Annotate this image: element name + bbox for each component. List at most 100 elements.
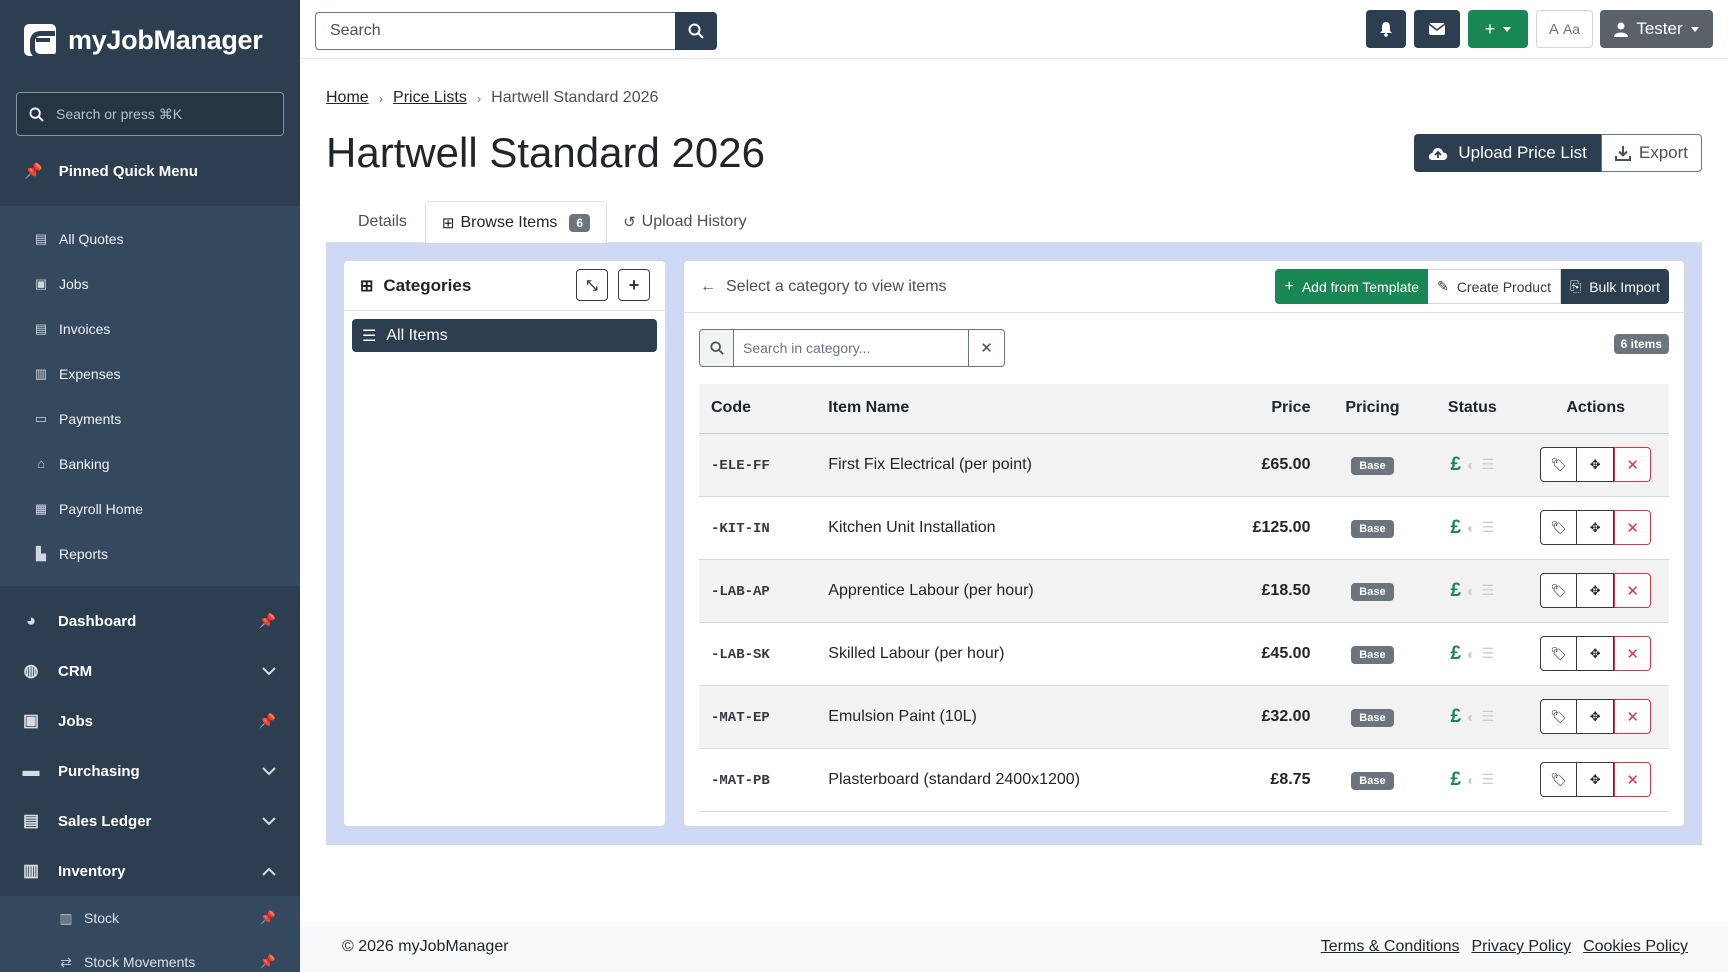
nav-crm[interactable]: ◍ CRM — [0, 646, 300, 696]
sidebar-search-input[interactable]: Search or press ⌘K — [16, 92, 284, 136]
boxes-icon: ▥ — [59, 909, 73, 926]
privacy-link[interactable]: Privacy Policy — [1471, 938, 1571, 956]
tab-count-badge: 6 — [569, 213, 591, 232]
terms-link[interactable]: Terms & Conditions — [1321, 938, 1460, 956]
pricing-badge: Base — [1351, 645, 1394, 664]
pinned-item-label: Banking — [59, 455, 110, 472]
tag-button[interactable]: 🏷 — [1540, 762, 1578, 797]
tag-button[interactable]: 🏷 — [1540, 699, 1578, 734]
move-button[interactable]: ✥ — [1577, 573, 1615, 608]
breadcrumb-home[interactable]: Home — [326, 89, 369, 107]
cell-pricing: Base — [1322, 748, 1423, 812]
priced-status-icon: £ — [1450, 768, 1462, 790]
move-button[interactable]: ✥ — [1577, 636, 1615, 671]
pinned-item-invoices[interactable]: ▤ Invoices — [0, 306, 300, 351]
delete-button[interactable]: ✕ — [1614, 762, 1652, 797]
column-header-item-name[interactable]: Item Name — [816, 384, 1230, 434]
add-category-button[interactable]: + — [618, 269, 650, 301]
nav-stock[interactable]: ▥ Stock 📌 — [0, 896, 300, 940]
create-new-dropdown[interactable]: + — [1468, 10, 1528, 48]
tag-button[interactable]: 🏷 — [1540, 636, 1578, 671]
upload-price-list-button[interactable]: Upload Price List — [1414, 134, 1601, 172]
pinned-item-label: Payroll Home — [59, 500, 144, 517]
caret-down-icon — [1503, 26, 1512, 32]
user-menu[interactable]: Tester — [1600, 10, 1713, 48]
move-button[interactable]: ✥ — [1577, 510, 1615, 545]
user-icon — [1614, 22, 1629, 37]
tabs: Details ⊞ Browse Items 6 ↺ Upload Histor… — [326, 201, 1702, 244]
pin-icon[interactable]: 📌 — [259, 713, 276, 730]
bulk-import-button[interactable]: ⎘ Bulk Import — [1560, 269, 1669, 304]
move-button[interactable]: ✥ — [1577, 762, 1615, 797]
nav-dashboard[interactable]: ◕ Dashboard 📌 — [0, 596, 300, 646]
cell-item-name: Plasterboard (standard 2400x1200) — [816, 748, 1230, 812]
notifications-button[interactable] — [1366, 10, 1406, 48]
delete-button[interactable]: ✕ — [1614, 447, 1652, 482]
pinned-item-expenses[interactable]: ▥ Expenses — [0, 351, 300, 396]
topbar: Search + A Aa Tester — [300, 0, 1728, 59]
nav-inventory[interactable]: ▥ Inventory — [0, 846, 300, 896]
delete-button[interactable]: ✕ — [1614, 636, 1652, 671]
pin-icon[interactable]: 📌 — [260, 954, 276, 970]
column-header-code[interactable]: Code — [699, 384, 817, 434]
download-icon — [1614, 146, 1631, 161]
pinned-item-reports[interactable]: ▙ Reports — [0, 531, 300, 576]
close-icon: ✕ — [1626, 645, 1639, 663]
global-search-button[interactable] — [675, 12, 717, 50]
nav-stock-movements[interactable]: ⇄ Stock Movements 📌 — [0, 940, 300, 972]
tab-label: Browse Items — [460, 213, 558, 231]
tab-upload-history[interactable]: ↺ Upload History — [607, 201, 763, 243]
move-button[interactable]: ✥ — [1577, 699, 1615, 734]
pin-icon[interactable]: 📌 — [259, 613, 276, 630]
sitemap-icon: ⊞ — [360, 277, 374, 295]
pinned-quick-menu-header[interactable]: 📌 Pinned Quick Menu — [0, 136, 300, 206]
tag-button[interactable]: 🏷 — [1540, 447, 1578, 482]
global-search-input[interactable]: Search — [315, 12, 675, 50]
cell-code: -KIT-IN — [699, 496, 817, 560]
chevron-right-icon: › — [378, 90, 384, 106]
delete-button[interactable]: ✕ — [1614, 699, 1652, 734]
pinned-item-payroll-home[interactable]: ▦ Payroll Home — [0, 486, 300, 531]
pin-icon[interactable]: 📌 — [260, 910, 276, 926]
items-header: ← Select a category to view items + Add f… — [684, 261, 1684, 313]
cloud-upload-icon — [1429, 147, 1448, 160]
global-search-placeholder: Search — [330, 22, 381, 39]
cell-actions: 🏷 ✥ ✕ — [1522, 496, 1669, 560]
chart-icon: ▙ — [36, 545, 46, 561]
tag-button[interactable]: 🏷 — [1540, 510, 1578, 545]
column-header-price[interactable]: Price — [1229, 384, 1323, 434]
pinned-item-payments[interactable]: ▭ Payments — [0, 396, 300, 441]
tab-browse-items[interactable]: ⊞ Browse Items 6 — [424, 201, 608, 244]
font-size-button[interactable]: A Aa — [1536, 10, 1593, 48]
messages-button[interactable] — [1414, 10, 1460, 48]
move-button[interactable]: ✥ — [1577, 447, 1615, 482]
export-button[interactable]: Export — [1600, 134, 1702, 172]
list-check-icon: ☰ — [1481, 708, 1495, 724]
breadcrumb-price-lists[interactable]: Price Lists — [393, 89, 467, 107]
app-logo[interactable]: myJobManager — [0, 0, 300, 80]
create-product-button[interactable]: ✎ Create Product — [1428, 269, 1561, 304]
tag-button[interactable]: 🏷 — [1540, 573, 1578, 608]
list-check-icon: ☰ — [1481, 519, 1495, 535]
pinned-item-banking[interactable]: ⌂ Banking — [0, 441, 300, 486]
table-header-row: Code Item Name Price Pricing Status Acti… — [699, 384, 1669, 434]
column-header-status: Status — [1422, 384, 1523, 434]
tag-icon: 🏷 — [1550, 708, 1567, 724]
arrows-move-icon: ✥ — [1589, 519, 1601, 535]
cookies-link[interactable]: Cookies Policy — [1583, 938, 1688, 956]
delete-button[interactable]: ✕ — [1614, 510, 1652, 545]
delete-button[interactable]: ✕ — [1614, 573, 1652, 608]
nav-purchasing[interactable]: ▬ Purchasing — [0, 746, 300, 796]
add-from-template-button[interactable]: + Add from Template — [1275, 269, 1429, 304]
cell-pricing: Base — [1322, 685, 1423, 749]
tab-details[interactable]: Details — [326, 201, 425, 243]
pinned-item-jobs[interactable]: ▣ Jobs — [0, 261, 300, 306]
pinned-item-all-quotes[interactable]: ▤ All Quotes — [0, 216, 300, 261]
category-all-items[interactable]: ☰ All Items — [352, 319, 657, 352]
clear-search-button[interactable]: ✕ — [969, 329, 1005, 367]
nav-jobs[interactable]: ▣ Jobs 📌 — [0, 696, 300, 746]
column-header-pricing: Pricing — [1322, 384, 1423, 434]
category-search-input[interactable]: Search in category... — [734, 329, 969, 367]
nav-sales-ledger[interactable]: ▤ Sales Ledger — [0, 796, 300, 846]
collapse-all-button[interactable]: ⤡ — [576, 269, 608, 301]
